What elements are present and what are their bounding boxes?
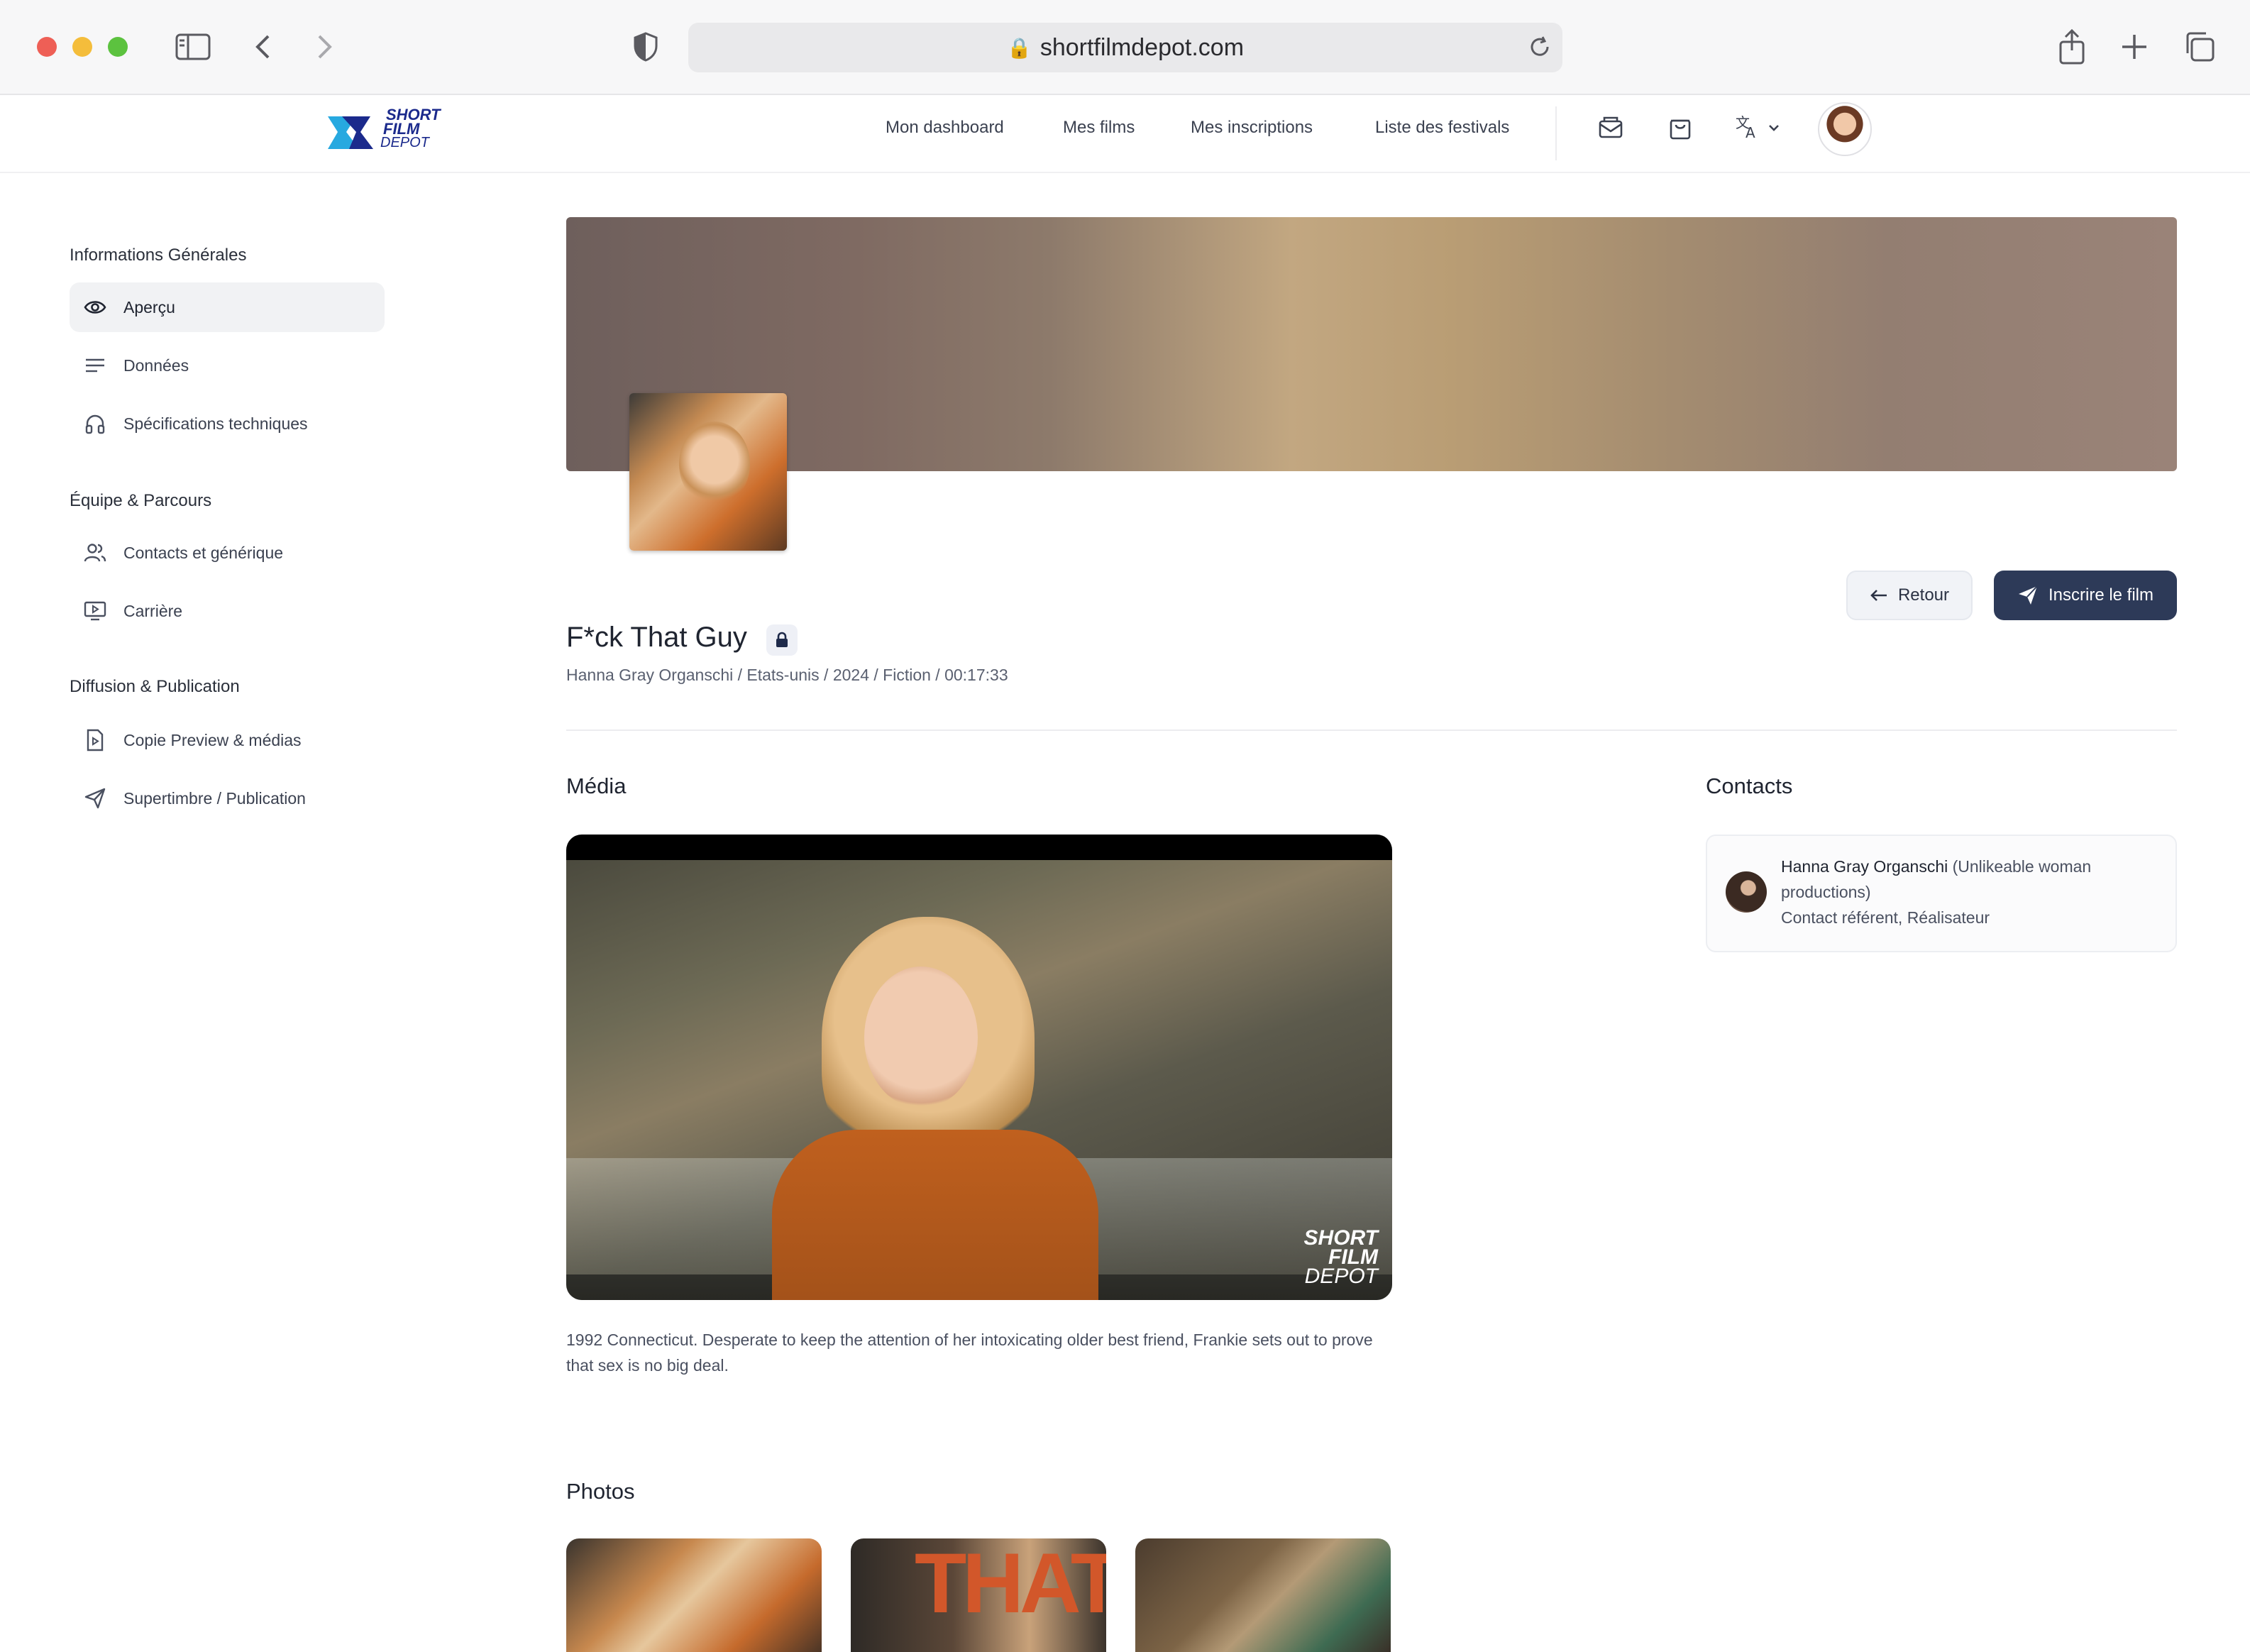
file-play-icon (82, 729, 108, 751)
sidebar-item-copie-preview[interactable]: Copie Preview & médias (70, 715, 385, 765)
svg-text:A: A (1746, 124, 1755, 141)
film-poster (629, 393, 787, 551)
lock-icon: 🔒 (1006, 36, 1032, 59)
nav-festival-list[interactable]: Liste des festivals (1375, 118, 1509, 138)
sidebar-item-donnees[interactable]: Données (70, 341, 385, 390)
sidebar-item-apercu[interactable]: Aperçu (70, 282, 385, 332)
contact-card[interactable] (1706, 835, 2177, 952)
close-window-button[interactable] (37, 37, 57, 57)
eye-icon (82, 299, 108, 315)
send-icon (82, 787, 108, 810)
browser-toolbar: 🔒 shortfilmdepot.com (0, 0, 2250, 95)
watermark-depot: DEPOT (1304, 1265, 1378, 1288)
arrow-left-icon (1870, 590, 1887, 601)
photo-thumbnail[interactable] (1135, 1538, 1391, 1652)
submit-film-button[interactable]: Inscrire le film (1994, 571, 2177, 620)
nav-dashboard[interactable]: Mon dashboard (886, 118, 1004, 138)
minimize-window-button[interactable] (72, 37, 92, 57)
sidebar-item-label: Aperçu (123, 297, 175, 316)
sidebar-item-label: Carrière (123, 601, 183, 620)
zoom-window-button[interactable] (108, 37, 128, 57)
address-bar[interactable]: 🔒 shortfilmdepot.com (688, 23, 1562, 72)
lock-icon (766, 624, 798, 656)
sidebar-item-specs[interactable]: Spécifications techniques (70, 399, 385, 448)
back-nav-icon[interactable] (248, 31, 277, 62)
share-icon[interactable] (2055, 27, 2089, 67)
media-section-title: Média (566, 773, 627, 798)
watermark-film: FILM (1328, 1245, 1378, 1269)
contact-name: Hanna Gray Organschi (1781, 857, 1948, 876)
back-button-label: Retour (1897, 585, 1950, 605)
users-icon (82, 543, 108, 563)
shield-icon[interactable] (630, 30, 661, 64)
contact-roles: Contact référent, Réalisateur (1781, 908, 1990, 927)
mail-icon[interactable] (1595, 112, 1626, 143)
film-title: F*ck That Guy (566, 622, 747, 653)
reload-icon[interactable] (1526, 33, 1554, 61)
watermark-short: SHORT (1303, 1226, 1378, 1250)
film-synopsis: 1992 Connecticut. Desperate to keep the … (566, 1331, 1373, 1375)
nav-my-films[interactable]: Mes films (1063, 118, 1135, 138)
contacts-section-title: Contacts (1706, 773, 1793, 798)
film-meta: Hanna Gray Organschi / Etats-unis / 2024… (566, 666, 1008, 684)
site-logo[interactable]: SHORT FILM DEPOT (328, 106, 448, 152)
sidebar-item-label: Supertimbre / Publication (123, 788, 306, 808)
translate-icon: 文A (1736, 114, 1779, 141)
sidebar-toggle-icon[interactable] (173, 31, 213, 62)
sidebar-section-diffusion: Diffusion & Publication (70, 677, 240, 696)
section-divider (566, 729, 2177, 731)
photo-thumbnail[interactable] (566, 1538, 822, 1652)
screen-play-icon (82, 601, 108, 621)
contact-company: (Unlikeable woman (1952, 857, 2092, 876)
contact-avatar (1726, 871, 1767, 913)
video-watermark: SHORT FILM DEPOT (1303, 1226, 1378, 1288)
nav-my-submissions[interactable]: Mes inscriptions (1191, 118, 1313, 138)
back-button[interactable]: Retour (1846, 571, 1973, 620)
send-icon (2018, 585, 2038, 605)
headphones-icon (82, 413, 108, 434)
logo-text-depot: DEPOT (380, 135, 429, 150)
photo-poster-text: THAT (915, 1538, 1106, 1631)
sidebar-section-general: Informations Générales (70, 246, 247, 265)
header-divider (1555, 106, 1557, 160)
sidebar-item-label: Données (123, 356, 189, 375)
media-player[interactable]: SHORT FILM DEPOT (566, 835, 1392, 1300)
sidebar-item-label: Copie Preview & médias (123, 730, 302, 749)
photos-section-title: Photos (566, 1479, 635, 1504)
cart-icon[interactable] (1665, 112, 1696, 143)
contact-company-cont: productions) (1781, 883, 1871, 901)
url-text: shortfilmdepot.com (1039, 33, 1245, 61)
lines-icon (82, 357, 108, 374)
submit-film-label: Inscrire le film (2048, 585, 2154, 605)
sidebar-item-label: Contacts et générique (123, 543, 284, 562)
sidebar-item-label: Spécifications techniques (123, 414, 308, 433)
sidebar-item-contacts[interactable]: Contacts et générique (70, 528, 385, 578)
tabs-overview-icon[interactable] (2181, 28, 2218, 65)
logo-text-film: FILM (383, 120, 420, 138)
language-selector[interactable]: 文A (1731, 112, 1788, 143)
sidebar-item-carriere[interactable]: Carrière (70, 586, 385, 636)
photo-thumbnail[interactable]: THAT (851, 1538, 1106, 1652)
forward-nav-icon[interactable] (311, 31, 339, 62)
video-still (566, 860, 1392, 1300)
sidebar-section-team: Équipe & Parcours (70, 491, 212, 510)
logo-mark-icon (328, 116, 373, 149)
user-avatar[interactable] (1818, 102, 1872, 156)
sidebar-item-supertimbre[interactable]: Supertimbre / Publication (70, 773, 385, 823)
contact-name-line: Hanna Gray Organschi (Unlikeable woman (1781, 857, 2091, 876)
new-tab-icon[interactable] (2117, 30, 2151, 64)
film-banner (566, 217, 2177, 471)
